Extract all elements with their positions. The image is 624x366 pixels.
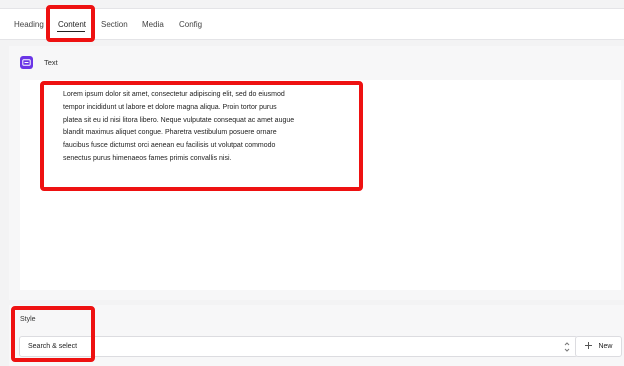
text-line: faucibus fusce dictumst orci aenean eu f… xyxy=(63,142,276,150)
text-field-header: Text xyxy=(20,55,58,69)
text-line: blandit maximus aliquet congue. Pharetra… xyxy=(63,129,277,137)
text-line: Lorem ipsum dolor sit amet, consectetur … xyxy=(63,91,285,98)
content-panel: Text Lorem ipsum dolor sit amet, consect… xyxy=(9,46,624,300)
text-editor-body[interactable]: Lorem ipsum dolor sit amet, consectetur … xyxy=(63,89,351,166)
tab-config[interactable]: Config xyxy=(179,20,202,29)
text-line: tempor incididunt ut labore et dolore ma… xyxy=(63,103,277,111)
style-select-value: Search & select xyxy=(28,343,78,350)
style-panel: Style Search & select New xyxy=(9,305,624,366)
tab-bar: Heading Content Section Media Config xyxy=(0,8,624,40)
style-select[interactable]: Search & select xyxy=(19,336,578,357)
tab-media[interactable]: Media xyxy=(142,20,164,29)
new-style-button[interactable]: New xyxy=(575,336,622,357)
chevron-updown-icon xyxy=(563,340,571,354)
text-line: platea sit eu id nisi litora libero. Neq… xyxy=(63,116,295,124)
text-line: senectus purus himenaeos fames primis co… xyxy=(63,154,232,162)
text-block-icon xyxy=(20,55,33,69)
editor-page: Heading Content Section Media Config Tex… xyxy=(0,0,624,366)
text-field-label: Text xyxy=(44,57,58,67)
tab-section[interactable]: Section xyxy=(101,20,128,29)
style-label: Style xyxy=(20,316,36,323)
tab-content[interactable]: Content xyxy=(58,20,86,29)
plus-icon xyxy=(584,341,593,353)
active-tab-indicator xyxy=(57,31,85,32)
text-editor[interactable]: Lorem ipsum dolor sit amet, consectetur … xyxy=(20,80,621,290)
new-button-label: New xyxy=(598,343,613,350)
tab-heading[interactable]: Heading xyxy=(14,20,44,29)
